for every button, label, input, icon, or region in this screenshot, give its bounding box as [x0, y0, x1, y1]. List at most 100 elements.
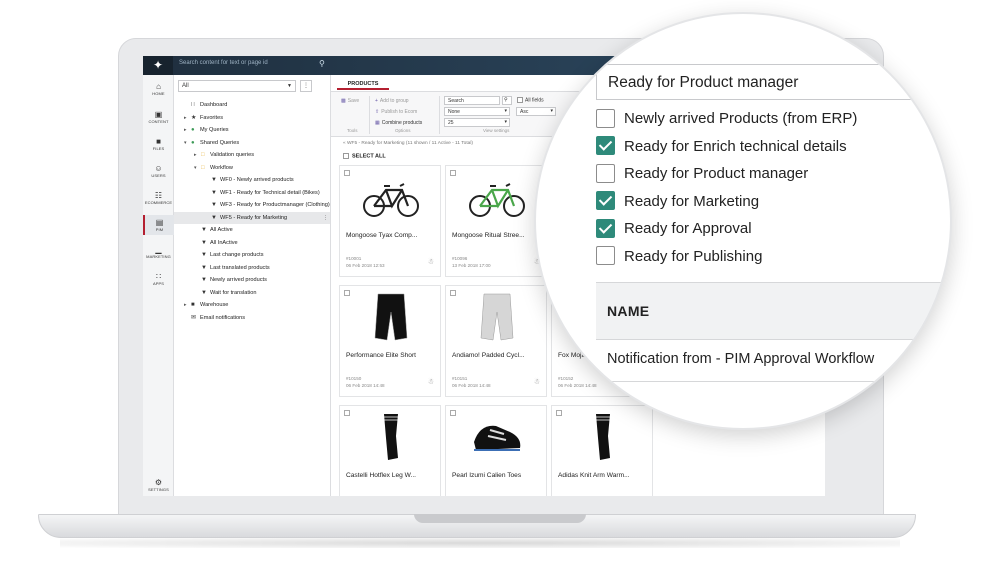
notification-table-row[interactable]: Notification from - PIM Approval Workflo… [596, 340, 950, 382]
workflow-state-option[interactable]: Ready for Enrich technical details [596, 136, 847, 159]
nav-item-apps[interactable]: ∷ APPS [143, 269, 174, 289]
tree-node-icon: ∷ [191, 102, 195, 108]
product-name[interactable]: Pearl Izumi Calien Toes [452, 472, 544, 479]
nav-item-home[interactable]: ⌂ HOME [143, 79, 174, 99]
toolbar-separator [369, 96, 370, 134]
tree-item[interactable]: ▼ WF5 - Ready for Marketing ⋮ [174, 211, 330, 224]
workflow-state-option[interactable]: Ready for Approval [596, 218, 752, 241]
product-checkbox[interactable] [344, 170, 350, 176]
product-date: 06 Feb 2018 12:53 [346, 263, 385, 268]
tree-toggle-icon[interactable]: ▸ [184, 112, 191, 124]
tree-item[interactable]: ▼ Last change products [174, 249, 330, 261]
tree-filter-select[interactable]: All ▼ [178, 80, 296, 92]
tree-item[interactable]: ▸ ★ Favorites [174, 112, 330, 124]
nav-item-files[interactable]: ■ FILES [143, 134, 174, 154]
tree-item[interactable]: ▼ Last translated products [174, 262, 330, 274]
checkbox-checked-icon[interactable] [596, 191, 615, 211]
tree-item[interactable]: ▾ ● Shared Queries [174, 137, 330, 149]
breadcrumb[interactable]: « WF5 - Ready for Marketing (11 shown / … [343, 141, 473, 146]
nav-item-content[interactable]: ▣ CONTENT [143, 107, 174, 127]
nav-item-pim[interactable]: ▤ PIM [143, 215, 174, 235]
publish-label: Publish to Ecom [381, 109, 418, 115]
tree-item[interactable]: ▼ Newly arrived products [174, 274, 330, 286]
product-name[interactable]: Mongoose Tyax Comp... [346, 232, 438, 239]
tree-item[interactable]: ✉ Email notifications [174, 312, 330, 324]
global-search-input[interactable]: Search content for text or page id [179, 60, 268, 66]
tree-item[interactable]: ▸ ■ Warehouse [174, 299, 330, 311]
checkbox-unchecked-icon[interactable] [596, 246, 615, 266]
checkbox-checked-icon[interactable] [596, 218, 615, 238]
publish-to-ecom-button[interactable]: ⇧ Publish to Ecom [375, 109, 417, 115]
workflow-state-select[interactable]: Ready for Product manager [596, 64, 950, 100]
workflow-state-option[interactable]: Ready for Marketing [596, 191, 760, 214]
filter-icon: ▼ [201, 227, 207, 233]
product-card[interactable]: Castelli Hotflex Leg W... [339, 405, 441, 496]
checkbox-unchecked-icon[interactable] [596, 163, 615, 183]
search-icon[interactable]: ⚲ [502, 96, 512, 105]
tree-item[interactable]: ▾ □ Workflow [174, 162, 330, 174]
sort-field-select[interactable]: None ▾ [444, 107, 510, 116]
nav-item-users[interactable]: ☺ USERS [143, 161, 174, 181]
product-card[interactable]: Mongoose Tyax Comp... #10001 06 Feb 2018 1… [339, 165, 441, 277]
product-name[interactable]: Castelli Hotflex Leg W... [346, 472, 438, 479]
search-icon[interactable]: ⚲ [319, 59, 325, 68]
nav-item-marketing[interactable]: ▁ MARKETING [143, 242, 174, 262]
save-button[interactable]: ▩ Save [341, 98, 359, 104]
tree-item[interactable]: ▼ Wait for translation [174, 287, 330, 299]
product-card[interactable]: Pearl Izumi Calien Toes [445, 405, 547, 496]
folder-icon: □ [201, 152, 205, 158]
product-checkbox[interactable] [450, 170, 456, 176]
workflow-state-option[interactable]: Newly arrived Products (from ERP) [596, 108, 857, 131]
add-to-group-label: Add to group [379, 98, 409, 104]
workflow-state-option[interactable]: Ready for Publishing [596, 246, 762, 269]
more-options-icon[interactable]: ⋮ [323, 212, 328, 224]
tree-item[interactable]: ▸ □ Validation queries [174, 149, 330, 161]
product-card[interactable]: Performance Elite Short #10150 06 Feb 2018… [339, 285, 441, 397]
tab-products[interactable]: PRODUCTS [337, 79, 389, 90]
tree-toggle-icon[interactable]: ▾ [184, 137, 191, 149]
product-search-placeholder: Search [448, 98, 464, 104]
toolbar-group-options: Options [395, 128, 411, 133]
tree-item[interactable]: ▼ WF3 - Ready for Productmanager (Clothin… [174, 199, 330, 211]
nav-users-icon: ☺ [154, 164, 163, 173]
tree-item-label: Wait for translation [210, 289, 257, 296]
tree-item-label: Favorites [200, 114, 224, 121]
combine-products-button[interactable]: ▦ Combine products [375, 120, 422, 126]
hierarchy-icon[interactable]: ☃ [428, 378, 434, 386]
checkbox-checked-icon[interactable] [596, 136, 615, 156]
tree-node-icon: ■ [191, 302, 195, 308]
product-search-input[interactable]: Search [444, 96, 500, 105]
tree-item[interactable]: ▼ All InActive [174, 237, 330, 249]
product-name[interactable]: Adidas Knit Arm Warm... [558, 472, 650, 479]
tree-item[interactable]: ▼ WF0 - Newly arrived products [174, 174, 330, 186]
product-card[interactable]: Mongoose Ritual Stree... #10096 13 Feb 201… [445, 165, 547, 277]
add-to-group-button[interactable]: + Add to group [375, 98, 409, 104]
product-card[interactable]: Andiamo! Padded Cycl... #10151 06 Feb 2018… [445, 285, 547, 397]
nav-item-settings[interactable]: ⚙ SETTINGS [143, 475, 174, 495]
product-checkbox[interactable] [344, 290, 350, 296]
product-checkbox[interactable] [344, 410, 350, 416]
product-name[interactable]: Andiamo! Padded Cycl... [452, 352, 544, 359]
app-logo-icon[interactable]: ✦ [143, 56, 173, 75]
workflow-state-option[interactable]: Ready for Product manager [596, 163, 808, 186]
tree-toggle-icon[interactable]: ▸ [184, 299, 191, 311]
notification-table-header-name[interactable]: NAME [596, 282, 950, 340]
tree-item[interactable]: ▼ All Active [174, 224, 330, 236]
checkbox-unchecked-icon[interactable] [596, 108, 615, 128]
tree-toggle-icon[interactable]: ▸ [194, 149, 201, 161]
product-checkbox[interactable] [450, 410, 456, 416]
workflow-state-label: Ready for Marketing [624, 192, 760, 210]
tree-item[interactable]: ▸ ● My Queries [174, 124, 330, 136]
hierarchy-icon[interactable]: ☃ [428, 258, 434, 266]
page-size-select[interactable]: 25 ▾ [444, 118, 510, 127]
tree-item[interactable]: ▼ WF1 - Ready for Technical detail (Bikes… [174, 187, 330, 199]
product-name[interactable]: Mongoose Ritual Stree... [452, 232, 544, 239]
tree-item[interactable]: ∷ Dashboard [174, 99, 330, 111]
product-checkbox[interactable] [450, 290, 456, 296]
tree-options-icon[interactable]: ⋮ [300, 80, 312, 92]
tree-toggle-icon[interactable]: ▾ [194, 162, 201, 174]
product-name[interactable]: Performance Elite Short [346, 352, 438, 359]
tree-toggle-icon[interactable]: ▸ [184, 124, 191, 136]
select-all-checkbox[interactable]: SELECT ALL [343, 153, 386, 159]
nav-item-ecommerce[interactable]: ☷ ECOMMERCE [143, 188, 174, 208]
